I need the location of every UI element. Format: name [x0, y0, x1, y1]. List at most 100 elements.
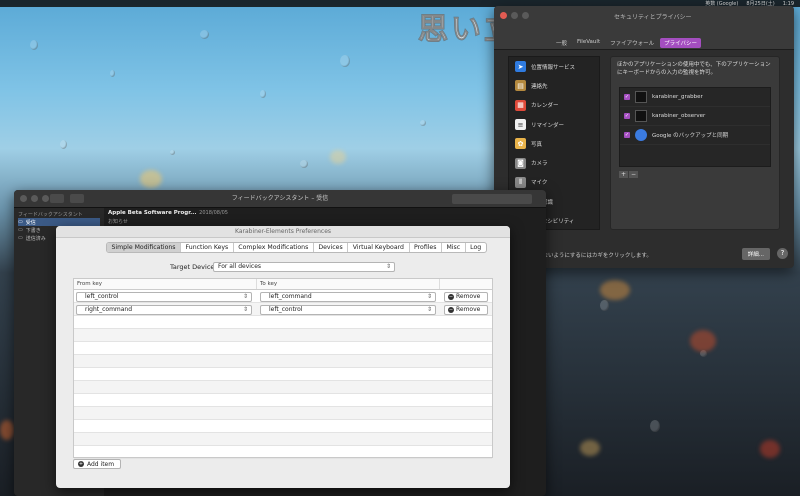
zoom-button[interactable]: [42, 195, 49, 202]
tab-privacy[interactable]: プライバシー: [660, 38, 702, 48]
chevron-updown-icon: ⇕: [242, 292, 248, 300]
cloud-icon: [635, 129, 647, 141]
minimize-button[interactable]: [31, 195, 38, 202]
empty-row: [74, 316, 492, 329]
remove-button[interactable]: − Remove: [444, 291, 488, 302]
tab-general[interactable]: 一般: [552, 38, 571, 48]
chevron-updown-icon: ⇕: [385, 263, 391, 270]
message-date: 2018/08/05: [199, 210, 228, 216]
plus-circle-icon: +: [78, 461, 84, 467]
security-window-title: セキュリティとプライバシー: [614, 14, 692, 21]
list-item[interactable]: ✓ karabiner_grabber: [620, 88, 770, 107]
location-icon: ➤: [515, 61, 526, 73]
add-app-button[interactable]: +: [619, 171, 628, 178]
modifications-table: From key To key left_control ⇕ left_comma…: [73, 278, 493, 459]
empty-row: [74, 381, 492, 394]
sidebar-item-photos[interactable]: ✿ 写真: [509, 134, 599, 153]
message-list-item[interactable]: Apple Beta Software Progr... 2018/08/05 …: [108, 210, 228, 225]
empty-row: [74, 329, 492, 342]
karabiner-window-title: Karabiner-Elements Preferences: [234, 228, 332, 235]
tab-misc[interactable]: Misc: [442, 243, 466, 252]
chevron-updown-icon: ⇕: [426, 292, 432, 300]
compose-button[interactable]: [70, 194, 84, 203]
terminal-icon: [635, 110, 647, 122]
minus-circle-icon: −: [448, 306, 454, 313]
sidebar-item-contacts[interactable]: ▤ 連絡先: [509, 76, 599, 95]
zoom-button[interactable]: [522, 12, 529, 19]
help-button[interactable]: ?: [777, 248, 788, 259]
advanced-button[interactable]: 詳細...: [741, 248, 770, 260]
sidebar-item-location[interactable]: ➤ 位置情報サービス: [509, 57, 599, 76]
sidebar-toggle-button[interactable]: [50, 194, 64, 203]
privacy-panel: ほかのアプリケーションの使用中でも、下のアプリケーションにキーボードからの入力の…: [610, 56, 780, 230]
feedback-window-title: フィードバックアシスタント – 受信: [231, 195, 329, 202]
chevron-updown-icon: ⇕: [426, 305, 432, 313]
app-checkbox[interactable]: ✓: [624, 132, 630, 138]
from-key-select[interactable]: right_command ⇕: [76, 304, 252, 315]
empty-row: [74, 420, 492, 433]
camera-icon: ◙: [515, 157, 526, 169]
sidebar-header: フィードバックアシスタント: [18, 211, 83, 218]
tab-function-keys[interactable]: Function Keys: [181, 243, 234, 252]
minimize-button[interactable]: [511, 12, 518, 19]
tab-filevault[interactable]: FileVault: [573, 38, 604, 48]
calendar-icon: ▦: [515, 99, 526, 111]
add-item-button[interactable]: + Add item: [73, 459, 121, 469]
sidebar-item-inbox[interactable]: ▭ 受信: [18, 218, 100, 226]
target-device-label: Target Device:: [170, 263, 217, 271]
tab-firewall[interactable]: ファイアウォール: [606, 38, 658, 48]
table-row: left_control ⇕ left_command ⇕ − Remove: [74, 290, 492, 303]
table-header: From key To key: [74, 279, 492, 290]
tab-profiles[interactable]: Profiles: [410, 243, 442, 252]
list-item[interactable]: ✓ karabiner_observer: [620, 107, 770, 126]
close-button[interactable]: [500, 12, 507, 19]
drafts-icon: ▭: [18, 227, 23, 233]
security-tabs: 一般 FileVault ファイアウォール プライバシー: [552, 38, 702, 48]
photos-icon: ✿: [515, 138, 526, 150]
add-remove-controls: + −: [619, 171, 638, 178]
empty-row: [74, 433, 492, 446]
app-checkbox[interactable]: ✓: [624, 94, 630, 100]
empty-row: [74, 355, 492, 368]
search-input[interactable]: [452, 194, 532, 204]
close-button[interactable]: [20, 195, 27, 202]
karabiner-tabs: Simple Modifications Function Keys Compl…: [106, 242, 487, 253]
list-item[interactable]: ✓ Google のバックアップと同期: [620, 126, 770, 145]
app-checkbox[interactable]: ✓: [624, 113, 630, 119]
remove-button[interactable]: − Remove: [444, 304, 488, 315]
empty-row: [74, 394, 492, 407]
empty-row: [74, 407, 492, 420]
privacy-description: ほかのアプリケーションの使用中でも、下のアプリケーションにキーボードからの入力の…: [617, 62, 771, 76]
message-subtitle: お知らせ: [108, 219, 128, 225]
terminal-icon: [635, 91, 647, 103]
sidebar-item-reminders[interactable]: ≡ リマインダー: [509, 115, 599, 134]
chevron-updown-icon: ⇕: [242, 305, 248, 313]
to-key-select[interactable]: left_control ⇕: [260, 304, 436, 315]
sidebar-item-calendar[interactable]: ▦ カレンダー: [509, 96, 599, 115]
tab-log[interactable]: Log: [466, 243, 486, 252]
table-row: right_command ⇕ left_control ⇕ − Remove: [74, 303, 492, 316]
app-list: ✓ karabiner_grabber ✓ karabiner_observer ✓…: [619, 87, 771, 167]
tab-complex-modifications[interactable]: Complex Modifications: [234, 243, 314, 252]
empty-row: [74, 446, 492, 459]
sidebar-item-camera[interactable]: ◙ カメラ: [509, 153, 599, 172]
reminders-icon: ≡: [515, 119, 526, 131]
message-title: Apple Beta Software Progr...: [108, 210, 197, 216]
col-from-key: From key: [74, 279, 257, 289]
minus-circle-icon: −: [448, 293, 454, 300]
sent-icon: ▭: [18, 235, 23, 241]
to-key-select[interactable]: left_command ⇕: [260, 291, 436, 302]
feedback-titlebar: フィードバックアシスタント – 受信: [14, 190, 546, 208]
remove-app-button[interactable]: −: [629, 171, 638, 178]
tab-devices[interactable]: Devices: [314, 243, 349, 252]
target-device-select[interactable]: For all devices ⇕: [213, 262, 395, 272]
tab-virtual-keyboard[interactable]: Virtual Keyboard: [348, 243, 410, 252]
contacts-icon: ▤: [515, 80, 526, 92]
col-to-key: To key: [257, 279, 440, 289]
empty-row: [74, 368, 492, 381]
tab-simple-modifications[interactable]: Simple Modifications: [107, 243, 182, 252]
karabiner-preferences-window: Karabiner-Elements Preferences Simple Mo…: [56, 226, 510, 488]
from-key-select[interactable]: left_control ⇕: [76, 291, 252, 302]
empty-row: [74, 342, 492, 355]
microphone-icon: ⦀: [515, 176, 526, 188]
